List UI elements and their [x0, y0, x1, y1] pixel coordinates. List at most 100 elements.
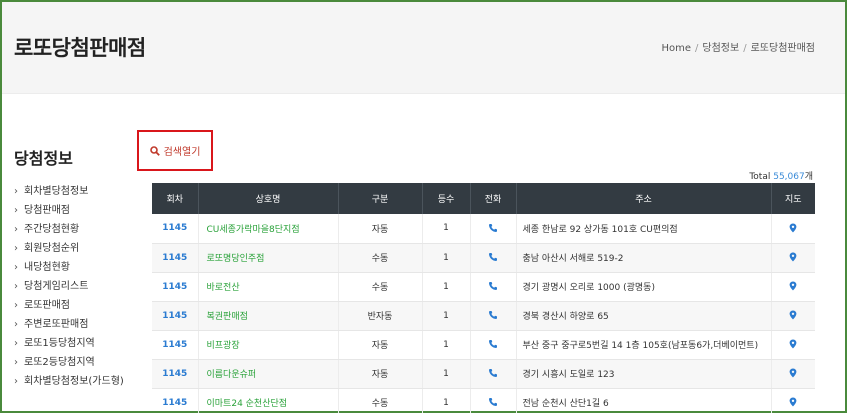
- map-pin-icon: [789, 339, 797, 349]
- sidebar-item[interactable]: › 당첨게임리스트: [14, 277, 124, 296]
- sidebar-item-label: 내당첨현황: [24, 262, 70, 273]
- total-count: Total 55,067개: [749, 169, 813, 182]
- type-cell: 수동: [338, 243, 423, 273]
- address-cell: 충남 아산시 서해로 519-2: [516, 243, 772, 273]
- store-table: 회차 상호명 구분 등수 전화 주소 지도 1145 CU세종가락마을8단지점 …: [152, 183, 815, 413]
- map-button[interactable]: [771, 272, 815, 302]
- column-header-name: 상호명: [198, 183, 339, 214]
- breadcrumb-separator: /: [743, 43, 747, 54]
- sidebar-item[interactable]: › 주간당첨현황: [14, 220, 124, 239]
- chevron-right-icon: ›: [14, 319, 18, 330]
- breadcrumb: Home / 당첨정보 / 로또당첨판매점: [662, 39, 816, 54]
- store-name-link[interactable]: 이름다운슈퍼: [198, 359, 339, 389]
- chevron-right-icon: ›: [14, 300, 18, 311]
- round-cell: 1145: [152, 388, 199, 413]
- phone-button[interactable]: [470, 214, 517, 244]
- sidebar-menu: › 회차별당첨정보 › 당첨판매점 › 주간당첨현황 › 회원당첨순위 › 내당첨현황 ›…: [14, 182, 124, 391]
- map-pin-icon: [789, 252, 797, 262]
- store-name-link[interactable]: 복권판매점: [198, 301, 339, 331]
- sidebar-item[interactable]: › 로또2등당첨지역: [14, 353, 124, 372]
- chevron-right-icon: ›: [14, 338, 18, 349]
- breadcrumb-current: 로또당첨판매점: [750, 43, 815, 54]
- sidebar-item[interactable]: › 회원당첨순위: [14, 239, 124, 258]
- store-name-link[interactable]: 로또명당인주점: [198, 243, 339, 273]
- map-pin-icon: [789, 368, 797, 378]
- map-button[interactable]: [771, 330, 815, 360]
- phone-icon: [489, 398, 497, 407]
- column-header-map: 지도: [771, 183, 815, 214]
- search-open-button[interactable]: 검색열기: [137, 130, 213, 171]
- sidebar-item-label: 로또2등당첨지역: [24, 357, 95, 368]
- sidebar-item-label: 로또1등당첨지역: [24, 338, 95, 349]
- map-pin-icon: [789, 310, 797, 320]
- round-cell: 1145: [152, 330, 199, 360]
- store-name-link[interactable]: 비프광장: [198, 330, 339, 360]
- map-button[interactable]: [771, 214, 815, 244]
- sidebar-item[interactable]: › 로또판매점: [14, 296, 124, 315]
- phone-icon: [489, 369, 497, 378]
- sidebar-item[interactable]: › 주변로또판매점: [14, 315, 124, 334]
- phone-button[interactable]: [470, 243, 517, 273]
- rank-cell: 1: [422, 301, 471, 331]
- map-button[interactable]: [771, 301, 815, 331]
- phone-button[interactable]: [470, 301, 517, 331]
- sidebar-item-label: 회차별당첨정보: [24, 186, 89, 197]
- map-pin-icon: [789, 397, 797, 407]
- sidebar-item-label: 회차별당첨정보(가드형): [24, 376, 124, 387]
- search-open-label: 검색열기: [163, 147, 201, 158]
- sidebar-item[interactable]: › 회차별당첨정보(가드형): [14, 372, 124, 391]
- chevron-right-icon: ›: [14, 243, 18, 254]
- store-name-link[interactable]: 바로전산: [198, 272, 339, 302]
- sidebar-item[interactable]: › 당첨판매점: [14, 201, 124, 220]
- total-number: 55,067: [773, 172, 805, 182]
- type-cell: 자동: [338, 330, 423, 360]
- total-unit: 개: [804, 172, 813, 182]
- chevron-right-icon: ›: [14, 281, 18, 292]
- breadcrumb-home[interactable]: Home: [662, 43, 692, 54]
- store-name-link[interactable]: 이마트24 순천산단점: [198, 388, 339, 413]
- round-cell: 1145: [152, 214, 199, 244]
- round-cell: 1145: [152, 243, 199, 273]
- sidebar-item-label: 주간당첨현황: [24, 224, 80, 235]
- chevron-right-icon: ›: [14, 357, 18, 368]
- sidebar-item-label: 로또판매점: [24, 300, 70, 311]
- map-button[interactable]: [771, 359, 815, 389]
- sidebar-item[interactable]: › 로또1등당첨지역: [14, 334, 124, 353]
- sidebar-item[interactable]: › 회차별당첨정보: [14, 182, 124, 201]
- type-cell: 자동: [338, 214, 423, 244]
- table-row: 1145 이름다운슈퍼 자동 1 경기 시흥시 도일로 123: [152, 359, 815, 389]
- sidebar-item-label: 당첨판매점: [24, 205, 70, 216]
- phone-button[interactable]: [470, 388, 517, 413]
- breadcrumb-win-info[interactable]: 당첨정보: [702, 43, 739, 54]
- phone-button[interactable]: [470, 359, 517, 389]
- column-header-phone: 전화: [470, 183, 517, 214]
- sidebar-item-label: 주변로또판매점: [24, 319, 89, 330]
- column-header-type: 구분: [338, 183, 423, 214]
- address-cell: 부산 중구 중구로5번길 14 1층 105호(남포동6가,더베이먼트): [516, 330, 772, 360]
- store-name-link[interactable]: CU세종가락마을8단지점: [198, 214, 339, 244]
- map-pin-icon: [789, 223, 797, 233]
- rank-cell: 1: [422, 330, 471, 360]
- type-cell: 자동: [338, 359, 423, 389]
- sidebar-item[interactable]: › 내당첨현황: [14, 258, 124, 277]
- table-row: 1145 로또명당인주점 수동 1 충남 아산시 서해로 519-2: [152, 243, 815, 273]
- search-icon: [149, 145, 160, 156]
- address-cell: 경북 경산시 하양로 65: [516, 301, 772, 331]
- phone-icon: [489, 311, 497, 320]
- chevron-right-icon: ›: [14, 376, 18, 387]
- address-cell: 경기 광명시 오리로 1000 (광명동): [516, 272, 772, 302]
- rank-cell: 1: [422, 359, 471, 389]
- column-header-round: 회차: [152, 183, 199, 214]
- sidebar-title: 당첨정보: [14, 149, 73, 168]
- map-button[interactable]: [771, 388, 815, 413]
- phone-button[interactable]: [470, 272, 517, 302]
- round-cell: 1145: [152, 359, 199, 389]
- chevron-right-icon: ›: [14, 262, 18, 273]
- phone-button[interactable]: [470, 330, 517, 360]
- map-button[interactable]: [771, 243, 815, 273]
- phone-icon: [489, 340, 497, 349]
- table-row: 1145 복권판매점 반자동 1 경북 경산시 하양로 65: [152, 301, 815, 331]
- page-title: 로또당첨판매점: [14, 36, 146, 60]
- table-row: 1145 이마트24 순천산단점 수동 1 전남 순천시 산단1길 6: [152, 388, 815, 413]
- table-row: 1145 CU세종가락마을8단지점 자동 1 세종 한남로 92 상가동 101…: [152, 214, 815, 244]
